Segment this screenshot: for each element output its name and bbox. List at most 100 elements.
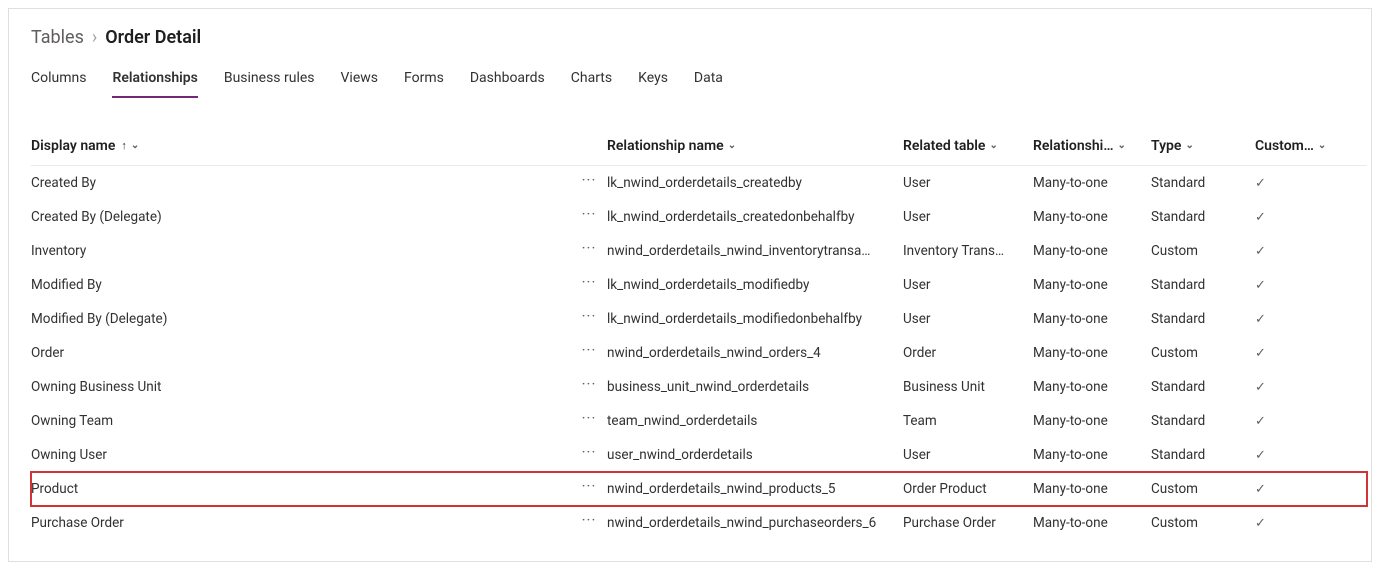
cell-relationship-name: lk_nwind_orderdetails_createdby	[607, 175, 903, 191]
cell-relationship-name: nwind_orderdetails_nwind_inventorytransa…	[607, 243, 903, 259]
more-icon[interactable]: ···	[582, 479, 597, 499]
cell-related-table: Order Product	[903, 481, 1033, 497]
more-icon[interactable]: ···	[582, 411, 597, 431]
row-actions[interactable]: ···	[571, 377, 607, 397]
breadcrumb: Tables › Order Detail	[9, 27, 1371, 64]
table-row[interactable]: Created By (Delegate) ··· lk_nwind_orderde…	[31, 200, 1367, 234]
cell-customizable: ✓	[1255, 210, 1349, 225]
table-row[interactable]: Purchase Order ··· nwind_orderdetails_nwin…	[31, 506, 1367, 540]
tab-columns[interactable]: Columns	[31, 64, 86, 98]
cell-display-name: Modified By	[31, 277, 571, 293]
table-row[interactable]: Modified By (Delegate)···lk_nwind_orderd…	[31, 302, 1367, 336]
col-header-customizable[interactable]: Custom…⌄	[1255, 138, 1349, 154]
table-row[interactable]: Order···nwind_orderdetails_nwind_orders_…	[31, 336, 1367, 370]
more-icon[interactable]: ···	[582, 445, 597, 465]
row-actions[interactable]: ···	[571, 241, 607, 261]
tab-views[interactable]: Views	[341, 64, 379, 98]
more-icon[interactable]: ···	[582, 309, 597, 329]
row-actions[interactable]: ···	[571, 479, 607, 499]
table-row[interactable]: Owning User···user_nwind_orderdetailsUse…	[31, 438, 1367, 472]
col-header-type[interactable]: Type⌄	[1151, 138, 1255, 154]
row-actions[interactable]: ···	[571, 309, 607, 329]
cell-relationship-type: Many-to-one	[1033, 447, 1151, 463]
cell-relationship-type: Many-to-one	[1033, 413, 1151, 429]
tab-dashboards[interactable]: Dashboards	[470, 64, 545, 98]
cell-relationship-type: Many-to-one	[1033, 209, 1151, 225]
tab-business-rules[interactable]: Business rules	[224, 64, 315, 98]
more-icon[interactable]: ···	[582, 377, 597, 397]
more-icon[interactable]: ···	[582, 207, 597, 227]
row-actions[interactable]: ···	[571, 445, 607, 465]
cell-display-name: Inventory	[31, 243, 571, 259]
table-row[interactable]: Owning Team···team_nwind_orderdetailsTea…	[31, 404, 1367, 438]
cell-type: Standard	[1151, 311, 1255, 327]
cell-customizable: ✓	[1255, 312, 1349, 327]
col-header-relationship-type[interactable]: Relationshi…⌄	[1033, 138, 1151, 154]
row-actions[interactable]: ···	[571, 275, 607, 295]
tab-keys[interactable]: Keys	[638, 64, 668, 98]
row-actions[interactable]: ···	[571, 343, 607, 363]
cell-customizable: ✓	[1255, 244, 1349, 259]
cell-relationship-type: Many-to-one	[1033, 243, 1151, 259]
cell-display-name: Owning User	[31, 447, 571, 463]
table-header-row: Display name ↑ ⌄ Relationship name⌄ Rela…	[31, 126, 1367, 166]
cell-relationship-type: Many-to-one	[1033, 345, 1151, 361]
check-icon: ✓	[1255, 244, 1266, 259]
table-row[interactable]: Owning Business Unit···business_unit_nwi…	[31, 370, 1367, 404]
cell-related-table: Inventory Trans…	[903, 243, 1033, 259]
cell-customizable: ✓	[1255, 278, 1349, 293]
row-actions[interactable]: ···	[571, 411, 607, 431]
check-icon: ✓	[1255, 448, 1266, 463]
cell-display-name: Purchase Order	[31, 515, 571, 531]
cell-type: Standard	[1151, 175, 1255, 191]
table-row[interactable]: Product···nwind_orderdetails_nwind_produ…	[31, 472, 1367, 506]
more-icon[interactable]: ···	[582, 343, 597, 363]
cell-type: Standard	[1151, 379, 1255, 395]
check-icon: ✓	[1255, 346, 1266, 361]
row-actions[interactable]: ···	[571, 513, 607, 533]
tab-relationships[interactable]: Relationships	[112, 64, 197, 98]
more-icon[interactable]: ···	[582, 513, 597, 533]
cell-relationship-name: lk_nwind_orderdetails_createdonbehalfby	[607, 209, 903, 225]
cell-relationship-name: lk_nwind_orderdetails_modifiedby	[607, 277, 903, 293]
cell-type: Standard	[1151, 277, 1255, 293]
table-row[interactable]: Inventory ··· nwind_orderdetails_nwind_inv…	[31, 234, 1367, 268]
cell-related-table: User	[903, 175, 1033, 191]
cell-type: Standard	[1151, 209, 1255, 225]
cell-display-name: Product	[31, 481, 571, 497]
cell-type: Custom	[1151, 515, 1255, 531]
cell-customizable: ✓	[1255, 516, 1349, 531]
more-icon[interactable]: ···	[582, 173, 597, 193]
tab-forms[interactable]: Forms	[404, 64, 444, 98]
col-header-relationship-name[interactable]: Relationship name⌄	[607, 138, 903, 154]
breadcrumb-current: Order Detail	[105, 27, 201, 48]
more-icon[interactable]: ···	[582, 275, 597, 295]
cell-related-table: Order	[903, 345, 1033, 361]
check-icon: ✓	[1255, 516, 1266, 531]
cell-type: Standard	[1151, 447, 1255, 463]
cell-customizable: ✓	[1255, 176, 1349, 191]
row-actions[interactable]: ···	[571, 207, 607, 227]
tab-charts[interactable]: Charts	[571, 64, 612, 98]
cell-related-table: Team	[903, 413, 1033, 429]
cell-customizable: ✓	[1255, 346, 1349, 361]
more-icon[interactable]: ···	[582, 241, 597, 261]
cell-related-table: User	[903, 447, 1033, 463]
tab-data[interactable]: Data	[694, 64, 723, 98]
chevron-down-icon: ⌄	[1185, 140, 1193, 151]
table-row[interactable]: Modified By ··· lk_nwind_orderdetails_modi…	[31, 268, 1367, 302]
check-icon: ✓	[1255, 482, 1266, 497]
chevron-down-icon: ⌄	[1117, 140, 1125, 151]
row-actions[interactable]: ···	[571, 173, 607, 193]
cell-related-table: Purchase Order	[903, 515, 1033, 531]
table-row[interactable]: Created By···lk_nwind_orderdetails_creat…	[31, 166, 1367, 200]
cell-customizable: ✓	[1255, 448, 1349, 463]
cell-relationship-name: nwind_orderdetails_nwind_purchaseorders_…	[607, 515, 903, 531]
cell-display-name: Created By (Delegate)	[31, 209, 571, 225]
col-header-display-name[interactable]: Display name ↑ ⌄	[31, 138, 571, 154]
check-icon: ✓	[1255, 210, 1266, 225]
breadcrumb-parent[interactable]: Tables	[31, 27, 84, 48]
relationships-table: Display name ↑ ⌄ Relationship name⌄ Rela…	[9, 98, 1371, 540]
cell-display-name: Owning Team	[31, 413, 571, 429]
col-header-related-table[interactable]: Related table⌄	[903, 138, 1033, 154]
